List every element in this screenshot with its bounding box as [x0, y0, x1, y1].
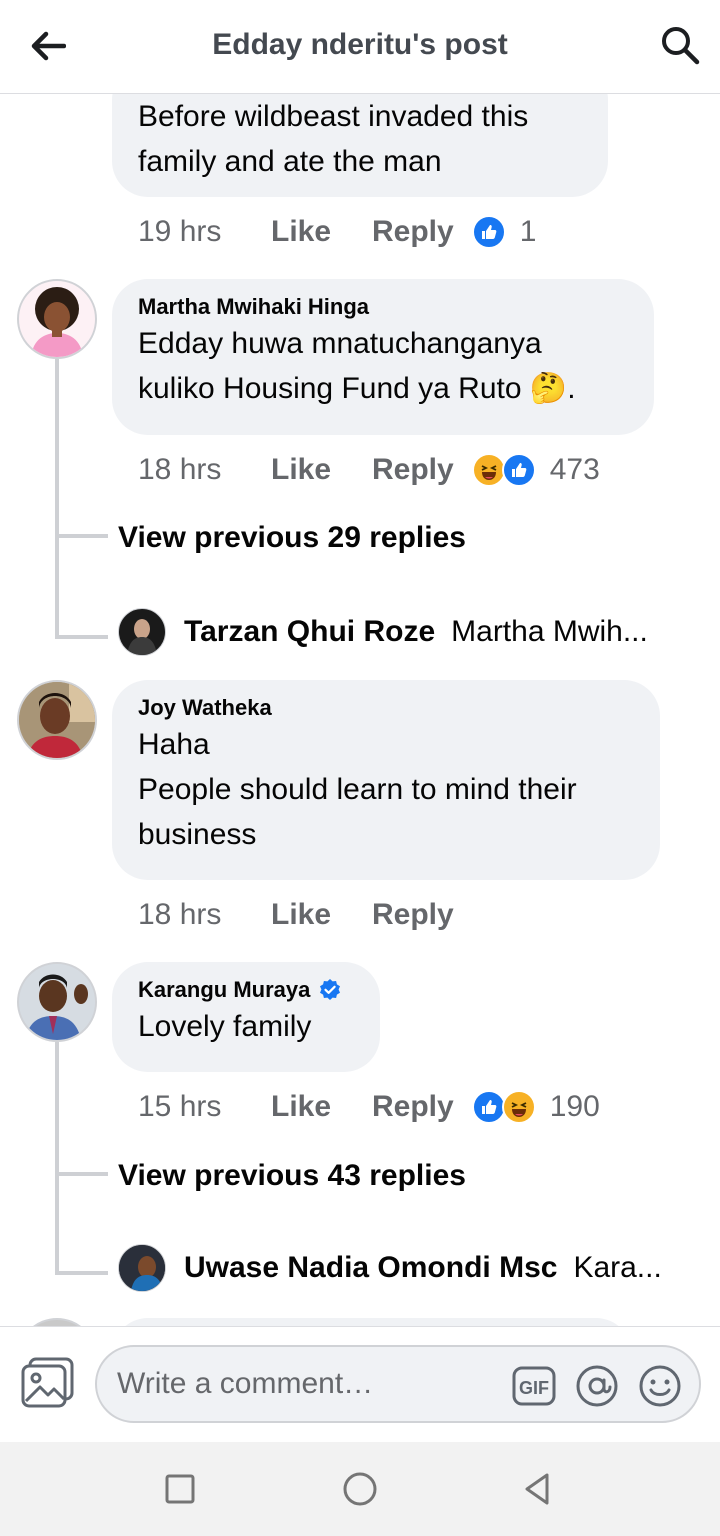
system-navigation-bar	[0, 1442, 720, 1536]
comment-text: Edday huwa mnatuchanganya kuliko Housing…	[138, 327, 576, 405]
reaction-count: 1	[519, 215, 537, 248]
like-reaction-icon	[471, 1090, 506, 1124]
smiley-icon	[639, 1365, 681, 1407]
circle-icon	[343, 1472, 377, 1506]
reaction-count: 190	[549, 1090, 600, 1123]
comment-bubble[interactable]: Martha Mwihaki Hinga Edday huwa mnatucha…	[112, 279, 654, 435]
comment-time: 18 hrs	[138, 898, 222, 931]
comment-text: Lovely family	[138, 1010, 312, 1043]
like-reaction-icon	[471, 215, 506, 249]
reply-button[interactable]: Reply	[372, 453, 454, 487]
avatar[interactable]	[17, 279, 97, 359]
comment-time: 19 hrs	[138, 215, 222, 248]
comment-actions: 19 hrs Like Reply 1	[138, 212, 536, 252]
post-header: Edday nderitu's post	[0, 0, 720, 94]
thread-line	[55, 1271, 108, 1275]
comments-list[interactable]: Before wildbeast invaded this family and…	[0, 94, 720, 1326]
square-icon	[165, 1474, 195, 1504]
comment-bubble[interactable]: Before wildbeast invaded this family and…	[112, 94, 608, 197]
svg-text:GIF: GIF	[519, 1378, 549, 1398]
reply-snippet: Kara...	[573, 1251, 662, 1284]
reply-author: Tarzan Qhui Roze	[184, 615, 436, 648]
comment-input[interactable]	[117, 1347, 497, 1421]
thread-line	[55, 635, 108, 639]
reaction-count: 473	[549, 453, 600, 486]
like-reaction-icon	[501, 453, 536, 487]
comment-bubble[interactable]: Joy Watheka Haha People should learn to …	[112, 680, 660, 880]
comment-actions: 15 hrs Like Reply 190	[138, 1087, 600, 1127]
latest-reply-preview[interactable]: Tarzan Qhui Roze Martha Mwih...	[118, 607, 648, 657]
comment-input-box[interactable]: GIF	[95, 1345, 701, 1423]
avatar	[118, 1244, 166, 1292]
haha-reaction-icon	[471, 453, 506, 487]
comment-composer: GIF	[0, 1326, 720, 1442]
comment-author[interactable]: Karangu Muraya	[138, 976, 354, 1004]
search-button[interactable]	[656, 20, 704, 70]
mention-button[interactable]	[574, 1363, 620, 1409]
reply-button[interactable]: Reply	[372, 898, 454, 932]
reply-button[interactable]: Reply	[372, 1090, 454, 1124]
like-button[interactable]: Like	[271, 215, 372, 249]
comment-actions: 18 hrs Like Reply 473	[138, 450, 600, 490]
at-sign-icon	[576, 1365, 618, 1407]
comment-author[interactable]: Martha Mwihaki Hinga	[138, 293, 628, 321]
like-button[interactable]: Like	[271, 453, 372, 487]
view-previous-replies[interactable]: View previous 43 replies	[118, 1156, 466, 1196]
thread-line	[55, 1172, 108, 1176]
back-nav-button[interactable]	[514, 1466, 560, 1512]
comment-bubble[interactable]	[112, 1318, 632, 1326]
reactions-summary[interactable]	[471, 1090, 536, 1124]
photo-button[interactable]	[20, 1357, 76, 1409]
view-previous-replies[interactable]: View previous 29 replies	[118, 518, 466, 558]
avatar[interactable]	[17, 1318, 97, 1326]
emoji-button[interactable]	[637, 1363, 683, 1409]
comment-time: 15 hrs	[138, 1090, 222, 1123]
comment-actions: 18 hrs Like Reply	[138, 895, 472, 935]
recents-button[interactable]	[157, 1466, 203, 1512]
latest-reply-preview[interactable]: Uwase Nadia Omondi Msc Kara...	[118, 1243, 662, 1293]
photo-icon	[21, 1357, 74, 1408]
thread-line	[55, 1042, 59, 1275]
like-button[interactable]: Like	[271, 898, 372, 932]
avatar	[118, 608, 166, 656]
triangle-back-icon	[525, 1473, 549, 1505]
thread-line	[55, 534, 108, 538]
reply-button[interactable]: Reply	[372, 215, 454, 249]
haha-reaction-icon	[501, 1090, 536, 1124]
gif-icon: GIF	[512, 1366, 556, 1406]
page-title: Edday nderitu's post	[212, 28, 508, 61]
reply-author: Uwase Nadia Omondi Msc	[184, 1251, 558, 1284]
reactions-summary[interactable]	[471, 453, 536, 487]
like-button[interactable]: Like	[271, 1090, 372, 1124]
comment-bubble[interactable]: Karangu Muraya Lovely family	[112, 962, 380, 1072]
thread-line	[55, 359, 59, 639]
comment-time: 18 hrs	[138, 453, 222, 486]
avatar[interactable]	[17, 962, 97, 1042]
comment-text: Before wildbeast invaded this family and…	[138, 100, 529, 178]
reply-snippet: Martha Mwih...	[451, 615, 648, 648]
search-icon	[662, 27, 700, 65]
home-button[interactable]	[337, 1466, 383, 1512]
avatar[interactable]	[17, 680, 97, 760]
reactions-summary[interactable]	[471, 215, 506, 249]
comment-text: Haha People should learn to mind their b…	[138, 728, 577, 851]
verified-badge-icon	[320, 979, 341, 1000]
comment-author[interactable]: Joy Watheka	[138, 694, 634, 722]
gif-button[interactable]: GIF	[511, 1363, 557, 1409]
